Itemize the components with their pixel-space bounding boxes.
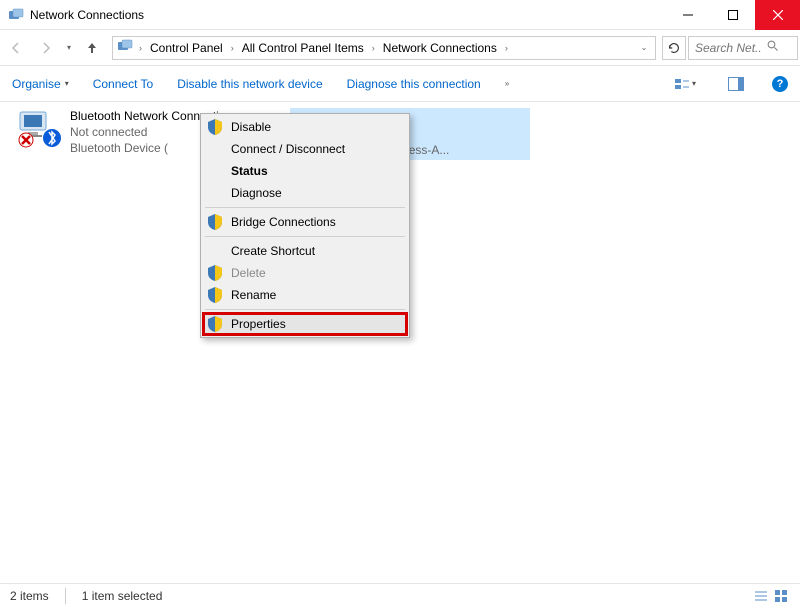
close-button[interactable] bbox=[755, 0, 800, 30]
menu-bridge[interactable]: Bridge Connections bbox=[203, 211, 407, 233]
preview-pane-button[interactable] bbox=[724, 77, 748, 91]
menu-connect-disconnect[interactable]: Connect / Disconnect bbox=[203, 138, 407, 160]
shield-icon bbox=[208, 214, 222, 233]
separator bbox=[65, 588, 66, 604]
menu-status[interactable]: Status bbox=[203, 160, 407, 182]
shield-icon bbox=[208, 316, 222, 335]
breadcrumb-all-items[interactable]: All Control Panel Items bbox=[240, 41, 366, 55]
context-menu: Disable Connect / Disconnect Status Diag… bbox=[200, 113, 410, 338]
breadcrumb-control-panel[interactable]: Control Panel bbox=[148, 41, 225, 55]
shield-icon bbox=[208, 287, 222, 306]
history-dropdown[interactable]: ▾ bbox=[62, 43, 76, 52]
address-dropdown[interactable]: ⌄ bbox=[637, 43, 651, 52]
organise-menu[interactable]: Organise▾ bbox=[12, 77, 69, 91]
details-view-button[interactable] bbox=[752, 587, 770, 605]
address-icon bbox=[117, 38, 133, 57]
chevron-down-icon: ▾ bbox=[692, 79, 696, 88]
view-dropdown[interactable]: ▾ bbox=[670, 77, 700, 91]
window-icon bbox=[8, 7, 24, 23]
status-bar: 2 items 1 item selected bbox=[0, 583, 800, 607]
search-input[interactable] bbox=[693, 40, 763, 56]
overflow-chevron[interactable]: » bbox=[505, 79, 509, 88]
chevron-down-icon: ▾ bbox=[65, 79, 69, 88]
disable-device-button[interactable]: Disable this network device bbox=[177, 77, 322, 91]
bluetooth-adapter-icon bbox=[14, 108, 62, 148]
breadcrumb-network-connections[interactable]: Network Connections bbox=[381, 41, 499, 55]
menu-separator bbox=[205, 207, 405, 208]
nav-bar: ▾ › Control Panel › All Control Panel It… bbox=[0, 30, 800, 66]
chevron-right-icon: › bbox=[137, 43, 144, 53]
search-box[interactable] bbox=[688, 36, 798, 60]
menu-properties[interactable]: Properties bbox=[203, 313, 407, 335]
back-button[interactable] bbox=[2, 34, 30, 62]
title-bar: Network Connections bbox=[0, 0, 800, 30]
menu-rename[interactable]: Rename bbox=[203, 284, 407, 306]
chevron-right-icon: › bbox=[229, 43, 236, 53]
menu-diagnose[interactable]: Diagnose bbox=[203, 182, 407, 204]
command-bar: Organise▾ Connect To Disable this networ… bbox=[0, 66, 800, 102]
menu-separator bbox=[205, 236, 405, 237]
shield-icon bbox=[208, 265, 222, 284]
search-icon bbox=[767, 40, 779, 55]
menu-disable[interactable]: Disable bbox=[203, 116, 407, 138]
maximize-button[interactable] bbox=[710, 0, 755, 30]
menu-separator bbox=[205, 309, 405, 310]
chevron-right-icon: › bbox=[370, 43, 377, 53]
selection-count: 1 item selected bbox=[82, 589, 163, 603]
up-button[interactable] bbox=[78, 34, 106, 62]
refresh-button[interactable] bbox=[662, 36, 686, 60]
menu-create-shortcut[interactable]: Create Shortcut bbox=[203, 240, 407, 262]
help-button[interactable]: ? bbox=[772, 76, 788, 92]
diagnose-button[interactable]: Diagnose this connection bbox=[347, 77, 481, 91]
connect-to-button[interactable]: Connect To bbox=[93, 77, 154, 91]
shield-icon bbox=[208, 119, 222, 138]
menu-delete: Delete bbox=[203, 262, 407, 284]
window-title: Network Connections bbox=[30, 8, 665, 22]
item-count: 2 items bbox=[10, 589, 49, 603]
address-bar[interactable]: › Control Panel › All Control Panel Item… bbox=[112, 36, 656, 60]
forward-button[interactable] bbox=[32, 34, 60, 62]
icons-view-button[interactable] bbox=[772, 587, 790, 605]
chevron-right-icon: › bbox=[503, 43, 510, 53]
minimize-button[interactable] bbox=[665, 0, 710, 30]
